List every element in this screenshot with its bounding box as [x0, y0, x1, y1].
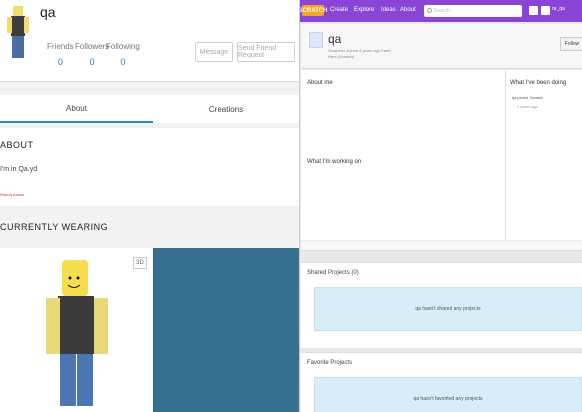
stat-value: 0 [120, 57, 126, 67]
tab-creations[interactable]: Creations [153, 95, 299, 123]
mystuff-icon[interactable] [541, 6, 550, 15]
nav-about[interactable]: About [400, 7, 416, 13]
stat-value: 0 [57, 57, 63, 67]
profile-username: qa [40, 4, 56, 20]
search-icon [427, 8, 432, 13]
tab-about[interactable]: About [0, 95, 153, 123]
avatar-preview [0, 248, 152, 412]
stat-label: Followers [75, 42, 110, 51]
avatar-side-panel [153, 248, 299, 412]
profile-username: qa [328, 32, 342, 46]
favorite-projects-title: Favorite Projects [307, 360, 353, 366]
top-navbar: SCRATCH Create Explore Ideas About Searc… [300, 0, 582, 22]
about-text: I'm in Qa.yd [0, 166, 38, 173]
activity-item: qa joined Scratch [512, 95, 543, 100]
roblox-profile-panel: qa Friends 0 Followers 0 Following 0 Mes… [0, 0, 299, 412]
stat-following[interactable]: Following 0 [106, 42, 140, 67]
search-placeholder: Search [434, 8, 450, 14]
follow-button[interactable]: Follow [560, 37, 582, 51]
stat-value: 0 [89, 57, 95, 67]
message-button[interactable]: Message [195, 42, 233, 62]
section-divider [301, 241, 582, 251]
nav-explore[interactable]: Explore [354, 7, 374, 13]
stat-label: Following [106, 42, 140, 51]
favorite-projects-section: Favorite Projects qa hasn't favorited an… [301, 352, 582, 412]
shared-projects-section: Shared Projects (0) qa hasn't shared any… [301, 262, 582, 348]
nav-ideas[interactable]: Ideas [381, 7, 396, 13]
stat-followers[interactable]: Followers 0 [75, 42, 109, 67]
been-doing-label: What I've been doing [510, 80, 567, 86]
messages-icon[interactable] [529, 6, 538, 15]
stat-label: Friends [47, 42, 74, 51]
user-menu[interactable]: ra_qa [552, 6, 565, 12]
scratch-logo[interactable]: SCRATCH [300, 5, 327, 16]
shared-projects-empty: qa hasn't shared any projects [314, 287, 582, 331]
currently-wearing-title: CURRENTLY WEARING [0, 222, 109, 232]
about-section: ABOUT I'm in Qa.yd Report Abuse [0, 128, 299, 206]
nav-create[interactable]: Create [330, 7, 348, 13]
favorite-projects-empty: qa hasn't favorited any projects [314, 377, 582, 412]
profile-header: qa Friends 0 Followers 0 Following 0 Mes… [0, 0, 299, 82]
search-input[interactable]: Search [424, 5, 522, 17]
stat-friends[interactable]: Friends 0 [47, 42, 74, 67]
profile-body: About me What I'm working on What I've b… [301, 70, 582, 240]
profile-location: Here (Scratch) [328, 54, 355, 59]
working-on-label: What I'm working on [307, 159, 362, 165]
avatar [309, 32, 323, 48]
toggle-3d-button[interactable]: 3D [133, 257, 147, 269]
avatar-thumbnail [7, 6, 29, 58]
activity-time: 4 years ago [517, 104, 538, 109]
profile-tabs: About Creations [0, 95, 299, 123]
about-me-label: About me [307, 80, 333, 86]
shared-projects-title: Shared Projects (0) [307, 270, 359, 276]
scratch-profile-header: qa Scratcher Joined 4 years ago Earth He… [301, 24, 582, 69]
scratch-profile-panel: SCRATCH Create Explore Ideas About Searc… [299, 0, 582, 412]
about-title: ABOUT [0, 140, 34, 150]
avatar-3d-figure [46, 260, 108, 406]
profile-subtitle: Scratcher Joined 4 years ago Earth [328, 48, 391, 53]
divider [505, 70, 506, 240]
friend-request-button[interactable]: Send Friend Request [237, 42, 295, 62]
report-abuse-link[interactable]: Report Abuse [0, 192, 24, 197]
